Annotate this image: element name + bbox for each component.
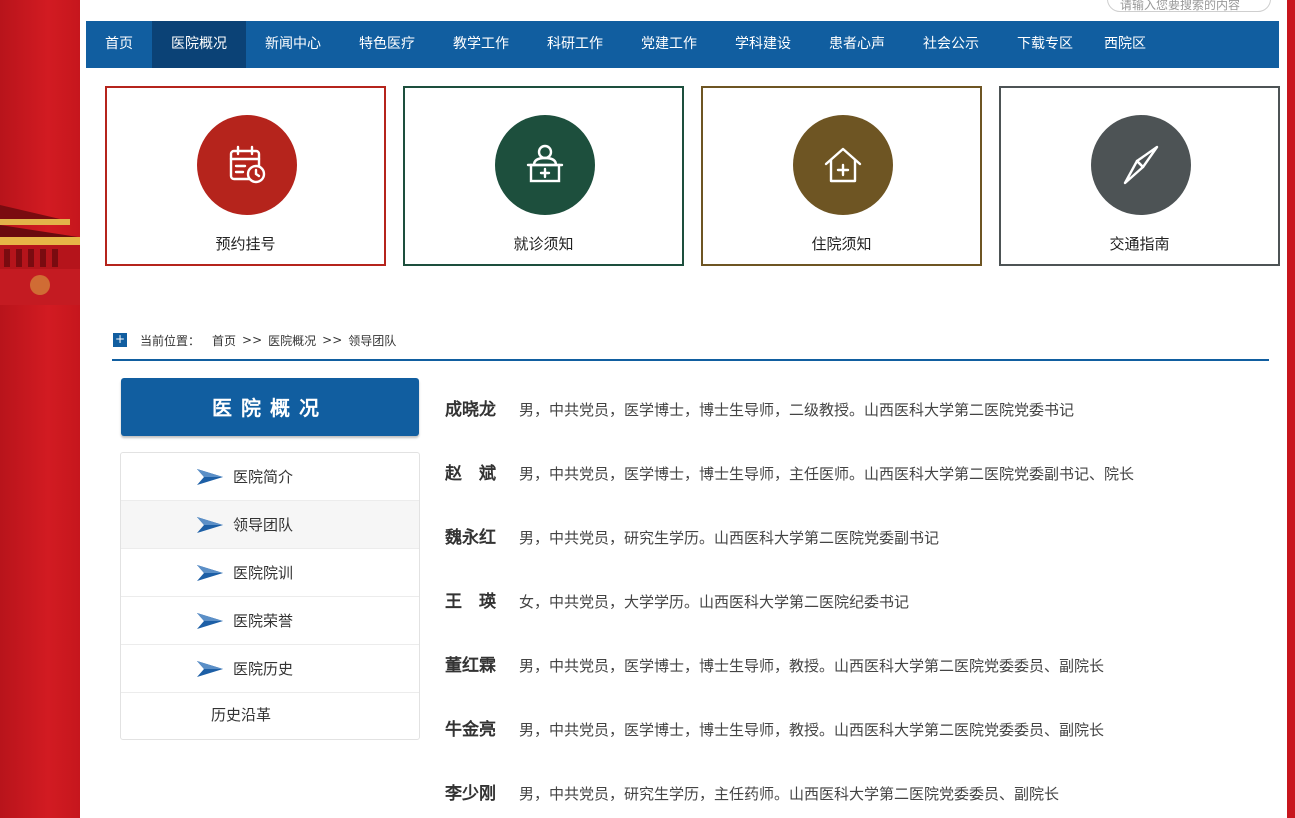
sidebar-item-leadership[interactable]: 领导团队 (121, 501, 419, 549)
leader-name: 李少刚 (445, 784, 496, 804)
breadcrumb-home[interactable]: 首页 (212, 332, 236, 349)
calendar-clock-icon (197, 115, 297, 215)
quick-link-label: 就诊须知 (513, 235, 574, 253)
sidebar-title: 医院概况 (121, 378, 419, 436)
leader-name: 王 瑛 (445, 592, 496, 612)
sidebar-item-label: 医院历史 (233, 660, 294, 678)
leader-name: 成晓龙 (445, 400, 496, 420)
breadcrumb-separator: >> (242, 333, 263, 347)
plus-icon: + (113, 332, 127, 347)
quick-link-inpatient-notice[interactable]: 住院须知 (701, 86, 982, 266)
nav-item-news[interactable]: 新闻中心 (246, 21, 340, 68)
nav-item-public-notice[interactable]: 社会公示 (904, 21, 998, 68)
leader-name: 董红霖 (445, 656, 496, 676)
sidebar-item-label: 医院院训 (233, 564, 294, 582)
leader-row: 魏永红 男，中共党员，研究生学历。山西医科大学第二医院党委副书记 (445, 522, 1265, 586)
leader-row: 董红霖 男，中共党员，医学博士，博士生导师，教授。山西医科大学第二医院党委委员、… (445, 650, 1265, 714)
leader-description: 男，中共党员，医学博士，博士生导师，主任医师。山西医科大学第二医院党委副书记、院… (519, 465, 1135, 483)
leader-row: 成晓龙 男，中共党员，医学博士，博士生导师，二级教授。山西医科大学第二医院党委书… (445, 394, 1265, 458)
arrow-icon (197, 516, 223, 533)
breadcrumb-separator: >> (322, 333, 343, 347)
sidebar-item-history[interactable]: 医院历史 (121, 645, 419, 693)
search-input[interactable]: 请输入您要搜索的内容 (1107, 0, 1271, 12)
sidebar-menu: 医院简介 领导团队 医院院训 医院荣誉 医院历史 历史沿革 (120, 452, 420, 740)
sidebar-item-label: 医院简介 (233, 468, 294, 486)
nav-item-teaching[interactable]: 教学工作 (434, 21, 528, 68)
nav-item-home[interactable]: 首页 (86, 21, 152, 68)
leader-description: 男，中共党员，研究生学历。山西医科大学第二医院党委副书记 (519, 529, 940, 547)
quick-link-label: 预约挂号 (215, 235, 276, 253)
tiananmen-illustration (0, 205, 80, 305)
breadcrumb-overview[interactable]: 医院概况 (268, 332, 316, 349)
nav-item-party[interactable]: 党建工作 (622, 21, 716, 68)
right-decorative-strip (1287, 0, 1295, 818)
sidebar-item-motto[interactable]: 医院院训 (121, 549, 419, 597)
leader-row: 牛金亮 男，中共党员，医学博士，博士生导师，教授。山西医科大学第二医院党委委员、… (445, 714, 1265, 778)
leader-name: 牛金亮 (445, 720, 496, 740)
arrow-icon (197, 468, 223, 485)
leader-description: 男，中共党员，医学博士，博士生导师，教授。山西医科大学第二医院党委委员、副院长 (519, 721, 1105, 739)
leader-description: 男，中共党员，研究生学历，主任药师。山西医科大学第二医院党委委员、副院长 (519, 785, 1060, 803)
arrow-icon (197, 660, 223, 677)
nav-item-patient-voice[interactable]: 患者心声 (810, 21, 904, 68)
leader-row: 李少刚 男，中共党员，研究生学历，主任药师。山西医科大学第二医院党委委员、副院长 (445, 778, 1265, 818)
left-decorative-banner (0, 0, 80, 818)
main-nav: 首页 医院概况 新闻中心 特色医疗 教学工作 科研工作 党建工作 学科建设 患者… (86, 21, 1279, 68)
breadcrumb-prefix: 当前位置： (140, 333, 201, 348)
breadcrumb-divider (112, 359, 1269, 361)
nav-item-west-campus[interactable]: 西院区 (1092, 21, 1158, 68)
leader-description: 男，中共党员，医学博士，博士生导师，教授。山西医科大学第二医院党委委员、副院长 (519, 657, 1105, 675)
quick-link-appointment[interactable]: 预约挂号 (105, 86, 386, 266)
leader-name: 魏永红 (445, 528, 496, 548)
nav-item-overview[interactable]: 医院概况 (152, 21, 246, 68)
arrow-icon (197, 612, 223, 629)
breadcrumb-current: 领导团队 (348, 333, 397, 348)
leader-row: 王 瑛 女，中共党员，大学学历。山西医科大学第二医院纪委书记 (445, 586, 1265, 650)
quick-link-traffic-guide[interactable]: 交通指南 (999, 86, 1280, 266)
nav-item-specialty[interactable]: 特色医疗 (340, 21, 434, 68)
leader-row: 赵 斌 男，中共党员，医学博士，博士生导师，主任医师。山西医科大学第二医院党委副… (445, 458, 1265, 522)
house-plus-icon (793, 115, 893, 215)
compass-icon (1091, 115, 1191, 215)
breadcrumb: + 当前位置： 首页 >> 医院概况 >> 领导团队 (113, 331, 402, 349)
leader-description: 男，中共党员，医学博士，博士生导师，二级教授。山西医科大学第二医院党委书记 (519, 401, 1075, 419)
nav-item-discipline[interactable]: 学科建设 (716, 21, 810, 68)
leader-list: 成晓龙 男，中共党员，医学博士，博士生导师，二级教授。山西医科大学第二医院党委书… (445, 394, 1265, 818)
nav-item-research[interactable]: 科研工作 (528, 21, 622, 68)
leader-description: 女，中共党员，大学学历。山西医科大学第二医院纪委书记 (519, 593, 910, 611)
quick-link-label: 交通指南 (1109, 235, 1170, 253)
arrow-icon (197, 564, 223, 581)
leader-name: 赵 斌 (445, 464, 496, 484)
sidebar-item-honors[interactable]: 医院荣誉 (121, 597, 419, 645)
sidebar-item-intro[interactable]: 医院简介 (121, 453, 419, 501)
nav-item-download[interactable]: 下载专区 (998, 21, 1092, 68)
doctor-desk-icon (495, 115, 595, 215)
quick-link-visit-notice[interactable]: 就诊须知 (403, 86, 684, 266)
sidebar-item-label: 领导团队 (233, 516, 294, 534)
quick-link-label: 住院须知 (811, 235, 872, 253)
sidebar-subitem-history-evolution[interactable]: 历史沿革 (121, 693, 419, 739)
sidebar-item-label: 医院荣誉 (233, 612, 294, 630)
